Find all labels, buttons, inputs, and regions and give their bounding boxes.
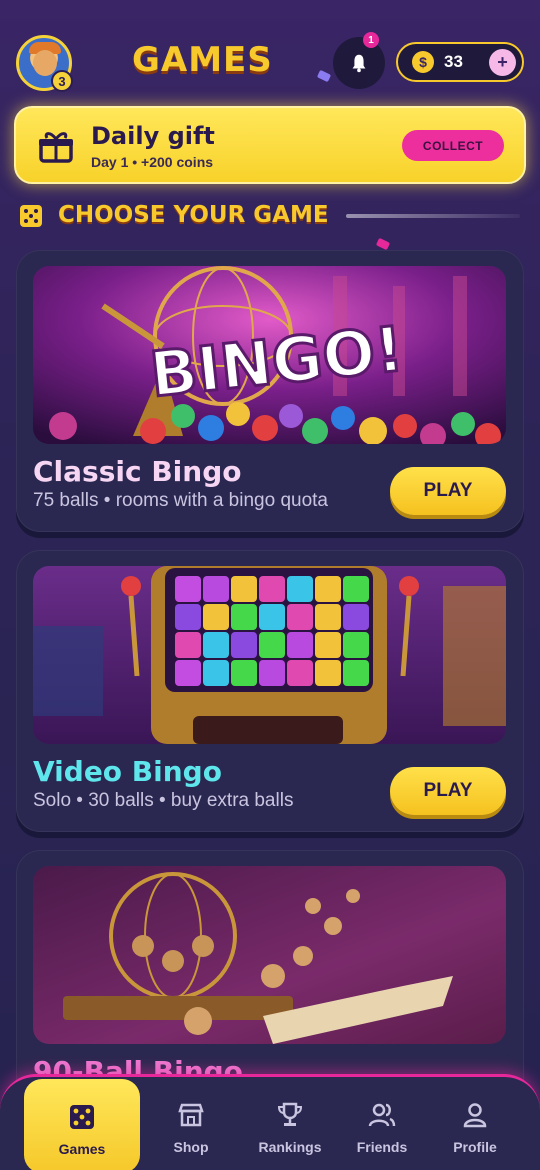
nav-item-shop[interactable]: Shop: [146, 1077, 236, 1170]
confetti-decoration: [375, 237, 391, 251]
game-description: Solo • 30 balls • buy extra balls: [33, 790, 294, 811]
daily-gift-banner[interactable]: Daily gift Day 1 • +200 coins COLLECT: [14, 106, 526, 184]
gift-icon: [39, 132, 73, 163]
game-title: Classic Bingo: [33, 455, 242, 488]
coin-balance: $ 33 +: [396, 42, 524, 82]
confetti-decoration: [316, 69, 332, 83]
collect-button[interactable]: COLLECT: [402, 130, 504, 161]
daily-gift-subtitle: Day 1 • +200 coins: [91, 154, 214, 170]
nav-item-friends[interactable]: Friends: [337, 1077, 427, 1170]
play-button[interactable]: PLAY: [390, 767, 506, 815]
notification-badge: 1: [363, 32, 379, 48]
90-ball-bingo-image: [33, 866, 506, 1044]
nav-item-games[interactable]: Games: [24, 1079, 140, 1170]
top-bar: 3 GAMES 1 $ 33 +: [0, 0, 540, 100]
profile-icon: [463, 1103, 487, 1128]
game-description: 75 balls • rooms with a bingo quota: [33, 490, 328, 511]
bottom-navigation: Games Shop Rankings Friends Profile: [0, 1074, 540, 1170]
nav-label: Profile: [453, 1139, 497, 1155]
avatar-level-badge: 3: [51, 70, 73, 92]
bell-icon: [352, 54, 366, 73]
nav-label: Friends: [356, 1139, 408, 1155]
add-coins-button[interactable]: +: [489, 49, 516, 76]
game-card-classic-bingo[interactable]: BINGO! Classic Bingo 75 balls • rooms wi…: [16, 250, 524, 532]
nav-label: Shop: [173, 1139, 209, 1155]
section-header: CHOOSE YOUR GAME: [20, 200, 520, 232]
nav-label: Rankings: [258, 1139, 322, 1155]
daily-gift-title: Daily gift: [91, 122, 215, 150]
dollar-coin-icon: $: [412, 51, 434, 73]
game-title: Video Bingo: [33, 755, 222, 788]
dice-icon: [70, 1105, 94, 1129]
shop-icon: [178, 1103, 204, 1127]
friends-icon: [368, 1103, 396, 1127]
nav-item-rankings[interactable]: Rankings: [245, 1077, 335, 1170]
dice-icon: [20, 205, 42, 227]
video-bingo-image: [33, 566, 506, 744]
coin-count: 33: [444, 52, 463, 71]
notifications-button[interactable]: 1: [333, 32, 385, 89]
classic-bingo-image: BINGO!: [33, 266, 506, 444]
nav-label: Games: [58, 1141, 106, 1157]
page-title: GAMES: [132, 40, 273, 80]
section-title: CHOOSE YOUR GAME: [58, 202, 329, 228]
nav-item-profile[interactable]: Profile: [430, 1077, 520, 1170]
play-button[interactable]: PLAY: [390, 467, 506, 515]
game-card-video-bingo[interactable]: Video Bingo Solo • 30 balls • buy extra …: [16, 550, 524, 832]
trophy-icon: [277, 1102, 303, 1126]
avatar[interactable]: 3: [16, 35, 73, 92]
section-divider: [346, 214, 520, 218]
